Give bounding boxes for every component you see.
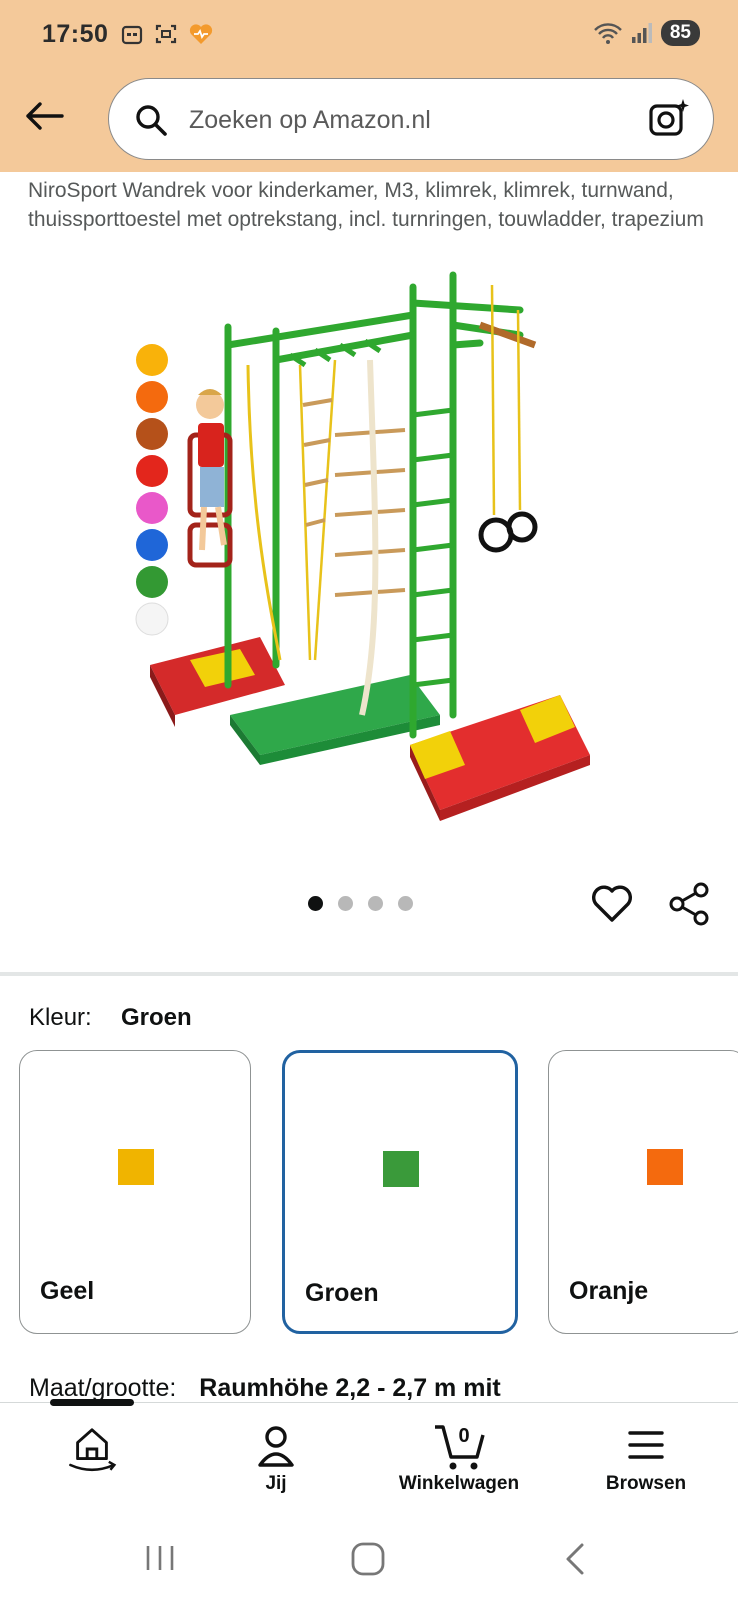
color-option-oranje[interactable]: Oranje bbox=[548, 1050, 738, 1334]
arrow-left-icon bbox=[26, 102, 64, 130]
carousel-dot-active[interactable] bbox=[308, 896, 323, 911]
status-bar: 17:50 85 bbox=[0, 0, 738, 72]
nav-label-cart: Winkelwagen bbox=[398, 1473, 520, 1494]
calendar-icon bbox=[121, 25, 143, 45]
color-option-groen[interactable]: Groen bbox=[282, 1050, 518, 1334]
app-header: 17:50 85 bbox=[0, 0, 738, 172]
user-icon bbox=[258, 1426, 294, 1467]
color-selected-value: Groen bbox=[121, 1004, 192, 1031]
nav-cart[interactable]: 0 Winkelwagen bbox=[384, 1417, 534, 1495]
system-navigation-bar bbox=[0, 1520, 738, 1600]
nav-account[interactable]: Jij bbox=[201, 1417, 351, 1495]
color-swatch bbox=[118, 1149, 154, 1185]
search-icon bbox=[136, 105, 167, 136]
color-option-geel[interactable]: Geel bbox=[19, 1050, 251, 1334]
home-icon bbox=[69, 1428, 117, 1472]
back-button[interactable] bbox=[22, 96, 66, 136]
cart-count: 0 bbox=[458, 1425, 469, 1447]
color-swatch bbox=[647, 1149, 683, 1185]
scan-icon bbox=[155, 24, 177, 44]
wifi-icon bbox=[593, 23, 622, 44]
battery-level: 85 bbox=[660, 20, 700, 46]
search-input[interactable] bbox=[189, 101, 619, 139]
nav-label-account: Jij bbox=[265, 1473, 287, 1494]
back-system-icon[interactable] bbox=[558, 1540, 594, 1578]
status-notification-icons bbox=[120, 22, 214, 46]
nav-label-menu: Browsen bbox=[605, 1473, 687, 1494]
active-tab-indicator bbox=[50, 1399, 134, 1406]
search-bar[interactable] bbox=[108, 78, 714, 160]
recent-apps-icon[interactable] bbox=[140, 1540, 180, 1576]
color-option-label: Groen bbox=[305, 1279, 379, 1307]
heart-icon bbox=[592, 885, 632, 922]
color-selector-label: Kleur: bbox=[29, 1004, 92, 1031]
nav-home[interactable] bbox=[17, 1417, 167, 1473]
carousel-dot[interactable] bbox=[398, 896, 413, 911]
carousel-dot[interactable] bbox=[368, 896, 383, 911]
wishlist-button[interactable] bbox=[590, 882, 634, 929]
bottom-navigation: Jij 0 Winkelwagen Browsen bbox=[0, 1399, 738, 1520]
cart-icon: 0 bbox=[435, 1425, 485, 1470]
carousel-dot[interactable] bbox=[338, 896, 353, 911]
signal-icon bbox=[631, 23, 652, 43]
status-time: 17:50 bbox=[42, 20, 109, 48]
home-system-icon[interactable] bbox=[348, 1540, 388, 1578]
health-heart-icon bbox=[189, 24, 213, 44]
product-image[interactable] bbox=[120, 265, 610, 835]
color-option-label: Geel bbox=[40, 1277, 95, 1305]
image-color-dots bbox=[135, 344, 169, 636]
product-title[interactable]: NiroSport Wandrek voor kinderkamer, M3, … bbox=[28, 176, 718, 234]
nav-menu[interactable]: Browsen bbox=[571, 1417, 721, 1495]
share-icon bbox=[669, 882, 709, 926]
camera-search-icon[interactable] bbox=[647, 97, 691, 141]
share-button[interactable] bbox=[668, 882, 712, 931]
section-divider bbox=[0, 972, 738, 976]
color-swatch bbox=[383, 1151, 419, 1187]
color-option-label: Oranje bbox=[569, 1277, 649, 1305]
size-selected-value: Raumhöhe 2,2 - 2,7 m mit bbox=[199, 1374, 501, 1402]
hamburger-menu-icon bbox=[628, 1431, 664, 1459]
status-system-icons: 85 bbox=[593, 20, 700, 46]
image-carousel-indicator bbox=[308, 896, 413, 911]
